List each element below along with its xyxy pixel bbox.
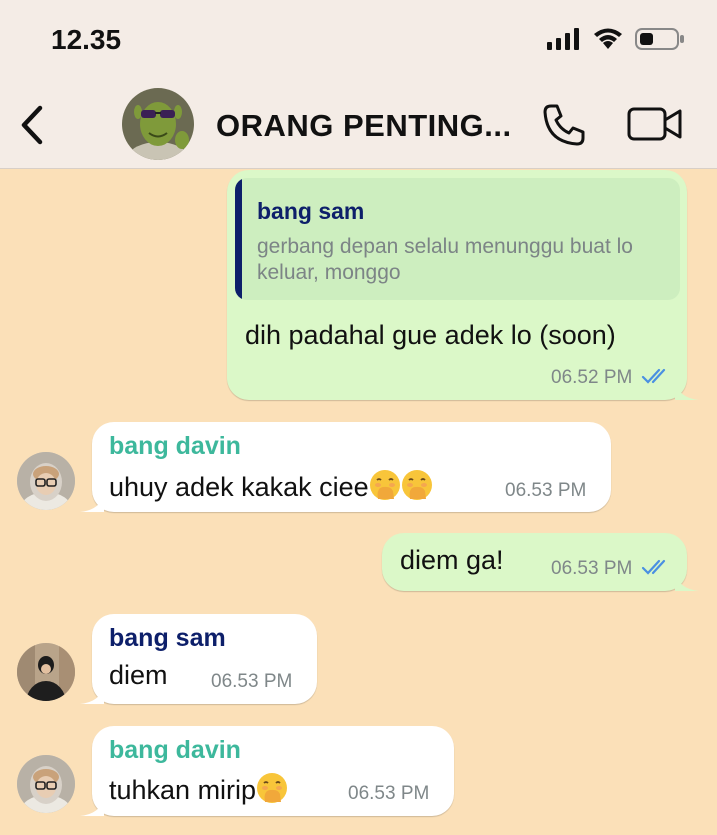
quoted-text: gerbang depan selalu menunggu buat lo ke…: [257, 235, 633, 284]
signal-icon: [547, 28, 579, 50]
chat-title[interactable]: ORANG PENTING...: [216, 108, 512, 144]
sender-name: bang sam: [109, 624, 226, 652]
incoming-message[interactable]: bang davin tuhkan mirip 06.53 PM: [80, 726, 454, 816]
outgoing-message[interactable]: bang sam gerbang depan selalu menunggu b…: [227, 170, 699, 400]
back-chevron-icon[interactable]: [16, 102, 50, 148]
outgoing-message[interactable]: diem ga! 06.53 PM: [382, 533, 699, 591]
bubble-tail: [675, 382, 699, 400]
avatar[interactable]: [17, 755, 75, 813]
hand-over-mouth-emoji: [257, 773, 288, 803]
group-avatar[interactable]: [122, 88, 194, 160]
quoted-sender: bang sam: [257, 198, 365, 224]
quoted-message[interactable]: bang sam gerbang depan selalu menunggu b…: [235, 178, 680, 300]
sender-name: bang davin: [109, 736, 241, 764]
message-text: dih padahal gue adek lo (soon): [245, 320, 616, 350]
bubble-tail: [80, 494, 104, 512]
bubble-tail: [80, 798, 104, 816]
hand-over-mouth-emoji: [369, 470, 400, 500]
bubble-tail: [675, 573, 699, 591]
message-text-content: uhuy adek kakak ciee: [109, 472, 369, 502]
message-time: 06.53 PM: [551, 558, 633, 579]
status-icons: [547, 27, 685, 51]
battery-icon: [635, 28, 684, 50]
message-time: 06.52 PM: [551, 367, 633, 388]
video-call-icon[interactable]: [627, 106, 683, 142]
message-time: 06.53 PM: [348, 783, 430, 804]
hand-over-mouth-emoji: [401, 470, 432, 500]
double-check-icon: [641, 559, 666, 575]
status-time: 12.35: [51, 24, 122, 55]
message-time: 06.53 PM: [505, 480, 587, 501]
status-bar: 12.35: [0, 0, 717, 82]
incoming-message[interactable]: bang sam diem 06.53 PM: [80, 614, 317, 704]
avatar[interactable]: [17, 643, 75, 701]
message-text-content: tuhkan mirip: [109, 775, 257, 805]
message-text: diem: [109, 660, 168, 690]
double-check-icon: [641, 368, 666, 384]
bubble-tail: [80, 686, 104, 704]
wifi-icon: [594, 28, 622, 49]
avatar[interactable]: [17, 452, 75, 510]
chat-header: ORANG PENTING...: [0, 82, 717, 169]
message-time: 06.53 PM: [211, 671, 293, 692]
message-text: diem ga!: [400, 545, 504, 575]
message-text: tuhkan mirip: [109, 772, 288, 806]
phone-call-icon[interactable]: [541, 102, 587, 148]
message-text: uhuy adek kakak ciee: [109, 469, 433, 503]
incoming-message[interactable]: bang davin uhuy adek kakak ciee 06.53 PM: [80, 422, 611, 512]
quote-accent-bar: [235, 178, 242, 300]
sender-name: bang davin: [109, 432, 241, 460]
